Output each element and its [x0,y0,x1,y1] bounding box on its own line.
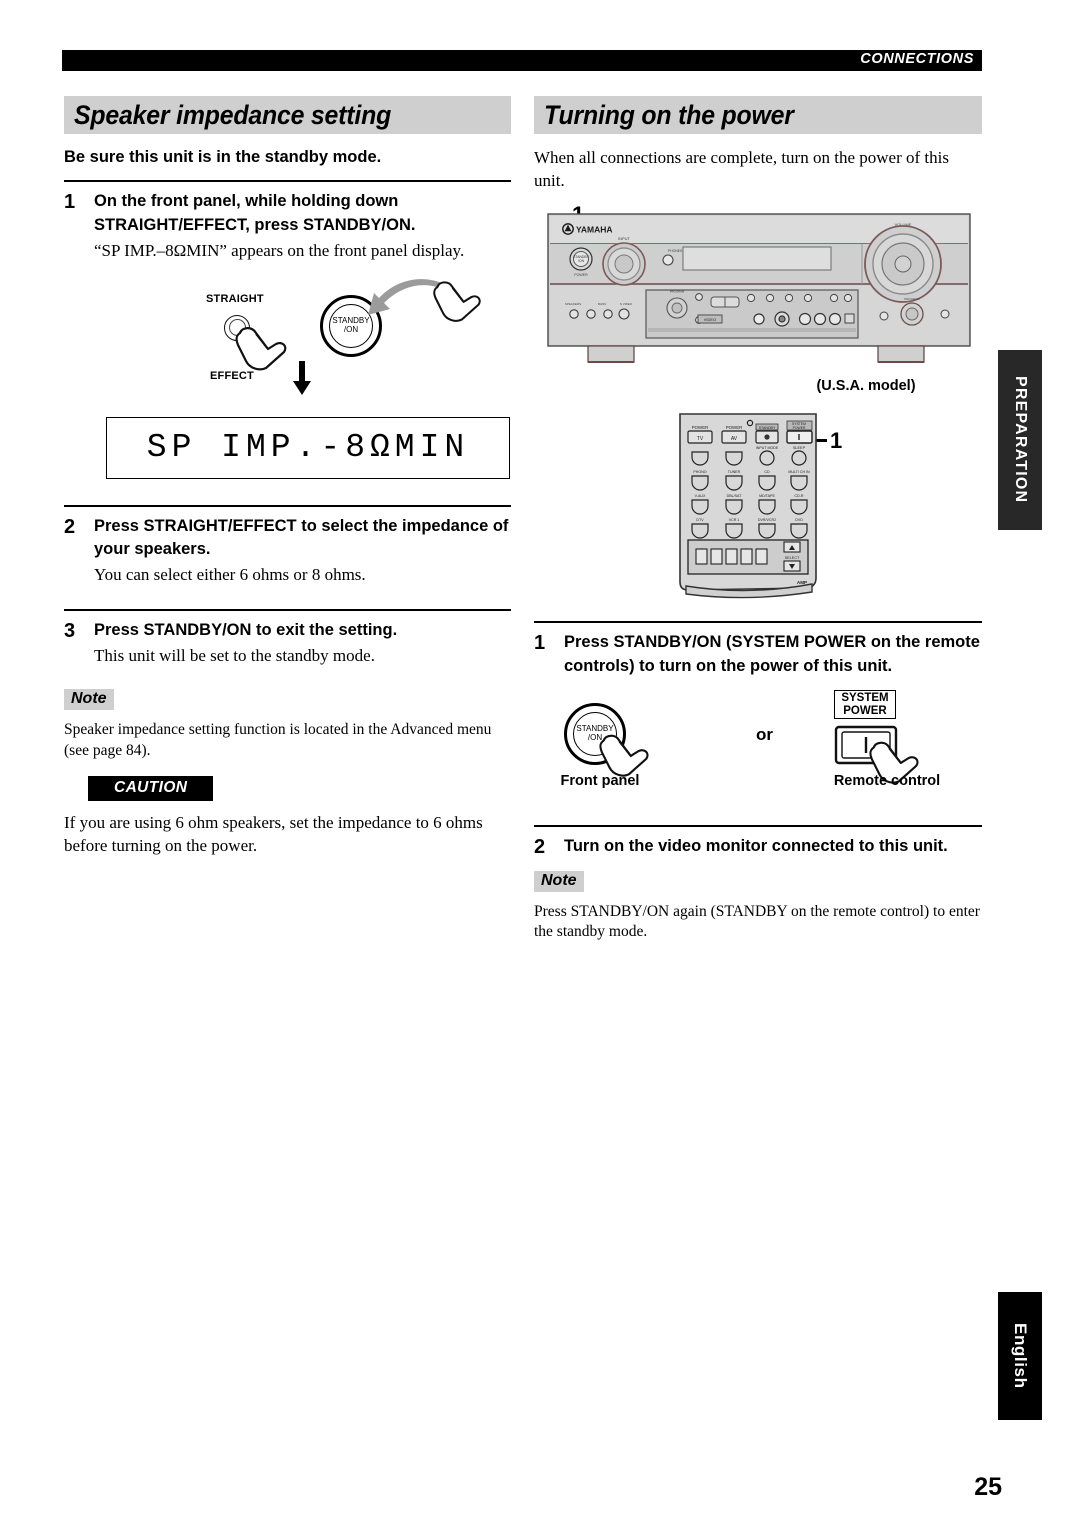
step-description: This unit will be set to the standby mod… [94,645,375,665]
display-text: SP IMP.-8ΩMIN [146,429,470,467]
receiver-front-panel-diagram: YAMAHA STANDBY /ON POWER INPUT PHONES SI… [547,213,971,364]
svg-text:AMP: AMP [797,580,807,585]
step-title: Turn on the video monitor connected to t… [564,836,948,855]
side-tab-english-label: English [1011,1323,1030,1389]
left-column: Speaker impedance setting Be sure this u… [64,96,511,858]
power-on-methods-diagram: STANDBY /ON Front panel or SYSTEM POWER [534,685,982,797]
step-title: Press STANDBY/ON to exit the setting. [94,620,398,639]
standby-mode-notice: Be sure this unit is in the standby mode… [64,148,382,166]
intro-text: When all connections are complete, turn … [534,148,949,191]
step-number: 1 [534,632,546,655]
step-number: 3 [64,619,76,642]
label-straight: STRAIGHT [206,292,264,305]
svg-text:CD-R: CD-R [795,494,804,498]
remote-illustration-block: 1 POWER TV POWER AV STANDBY SYSTEM POWER… [534,408,982,613]
hand-cursor-icon-2 [433,281,481,322]
svg-text:AV: AV [731,436,738,442]
remote-control-caption: Remote control [833,772,941,789]
or-label: or [756,724,773,744]
svg-text:INPUT: INPUT [618,236,631,241]
button-press-diagram: STRAIGHT EFFECT STANDBY /ON [64,275,511,403]
divider [64,608,511,611]
svg-text:VIDEO: VIDEO [704,317,716,322]
caution-badge: CAUTION [88,775,214,801]
svg-text:TV: TV [697,436,704,442]
system-power-line2: POWER [843,704,887,717]
svg-text:PROGRAM: PROGRAM [670,290,685,294]
svg-text:STANDBY: STANDBY [759,426,776,430]
section-title-speaker-impedance: Speaker impedance setting [64,96,511,134]
section-title-turning-on-power: Turning on the power [534,96,982,134]
step-2: 2 Press STRAIGHT/EFFECT to select the im… [64,515,511,587]
svg-text:S VIDEO: S VIDEO [620,302,633,306]
front-panel-caption: Front panel [560,772,640,789]
svg-text:SLEEP: SLEEP [793,446,806,450]
svg-text:MD/TAPE: MD/TAPE [759,494,775,498]
label-effect: EFFECT [210,369,254,382]
svg-text:MULTI CH IN: MULTI CH IN [788,470,810,474]
side-tab-preparation[interactable]: PREPARATION [998,350,1042,530]
divider [64,180,511,183]
step-number: 2 [64,515,76,538]
svg-text:DBL/SAT: DBL/SAT [727,494,743,498]
svg-text:TUNER: TUNER [728,470,741,474]
step-title: Press STANDBY/ON (SYSTEM POWER on the re… [564,633,980,675]
svg-text:DVR/VCR2: DVR/VCR2 [758,518,776,522]
callout-number-remote: 1 [830,428,843,454]
hand-cursor-icon-front [599,734,649,777]
svg-text:CD: CD [764,470,770,474]
svg-text:PROGRAM: PROGRAM [904,297,920,301]
divider [534,824,982,827]
svg-text:DVD: DVD [795,518,803,522]
note-badge: Note [534,870,584,892]
note-text: Press STANDBY/ON again (STANDBY on the r… [534,902,980,941]
step-1-right: 1 Press STANDBY/ON (SYSTEM POWER on the … [534,631,982,679]
step-number: 2 [534,835,546,858]
divider [64,504,511,507]
step-1: 1 On the front panel, while holding down… [64,190,511,262]
page-header-bar: CONNECTIONS [62,50,982,71]
system-power-line1: SYSTEM [841,691,889,704]
svg-text:/ON: /ON [578,259,585,263]
receiver-caption: (U.S.A. model) [816,378,916,395]
svg-text:POWER: POWER [692,425,709,430]
step-title: Press STRAIGHT/EFFECT to select the impe… [94,516,509,559]
svg-text:SELECT: SELECT [785,556,800,560]
svg-text:INPUT MODE: INPUT MODE [756,446,779,450]
section-title-text: Turning on the power [544,99,794,130]
svg-text:BASS: BASS [598,302,606,306]
note-text: Speaker impedance setting function is lo… [64,721,492,760]
system-power-label: SYSTEM POWER [834,689,896,720]
remote-control-diagram: POWER TV POWER AV STANDBY SYSTEM POWER I… [679,413,817,599]
svg-text:YAMAHA: YAMAHA [576,225,613,235]
svg-text:PHONO: PHONO [693,470,706,474]
front-panel-display: SP IMP.-8ΩMIN [106,416,510,479]
right-column: Turning on the power When all connection… [534,96,982,943]
note-badge: Note [64,689,114,711]
svg-text:SPEAKERS: SPEAKERS [565,302,581,306]
svg-text:POWER: POWER [793,426,806,430]
section-title-text: Speaker impedance setting [74,99,392,130]
svg-text:VCR 1: VCR 1 [729,518,740,522]
svg-text:V-AUX: V-AUX [695,494,706,498]
caution-text: If you are using 6 ohm speakers, set the… [64,812,483,856]
svg-text:DTV: DTV [696,518,704,522]
step-title: On the front panel, while holding down S… [94,192,416,235]
divider [534,621,982,624]
step-description: You can select either 6 ohms or 8 ohms. [94,565,366,585]
side-tab-english[interactable]: English [998,1292,1042,1420]
step-number: 1 [64,191,76,214]
hand-cursor-icon [235,326,287,371]
breadcrumb: CONNECTIONS [860,51,974,67]
page-number: 25 [974,1473,1002,1501]
svg-text:POWER: POWER [726,425,743,430]
step-3: 3 Press STANDBY/ON to exit the setting. … [64,619,511,668]
side-tab-preparation-label: PREPARATION [1012,376,1029,504]
manual-page: CONNECTIONS Speaker impedance setting Be… [0,0,1080,1526]
svg-text:POWER: POWER [574,273,588,277]
step-2-right: 2 Turn on the video monitor connected to… [534,835,982,859]
step-description: “SP IMP.–8ΩMIN” appears on the front pan… [94,240,465,260]
